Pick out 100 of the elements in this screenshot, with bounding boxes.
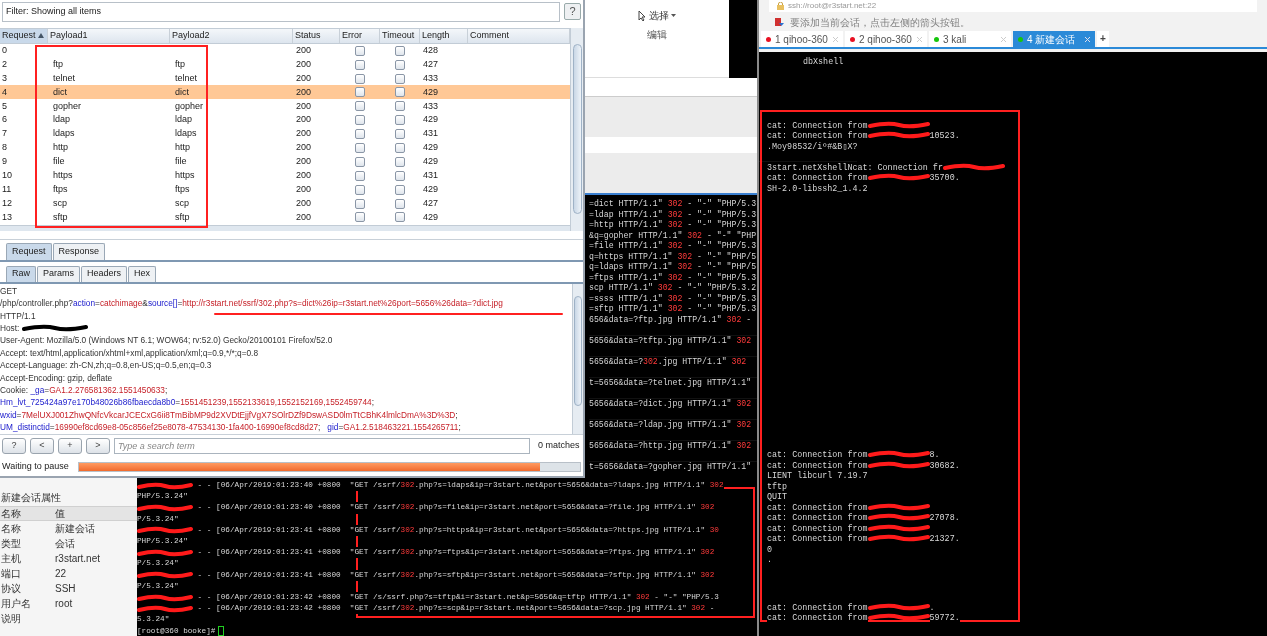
tab-label: 1 qihoo-360 [775, 32, 829, 47]
table-row[interactable]: 6 ldap ldap 200 429 [0, 113, 570, 128]
log-line: t=5656&data=?gopher.jpg HTTP/1.1" [589, 461, 752, 472]
close-icon[interactable] [917, 36, 922, 42]
checkbox[interactable] [355, 184, 365, 195]
table-cell-text: 429 [422, 155, 440, 169]
table-row[interactable]: 0 200 428 [0, 43, 570, 58]
search-field[interactable]: Type a search term [114, 437, 530, 454]
column-header[interactable]: Status [293, 28, 340, 43]
checkbox[interactable] [395, 198, 405, 209]
checkbox[interactable] [395, 45, 405, 56]
log-line: =ssss HTTP/1.1" 302 - "-" "PHP/5.3 [589, 293, 757, 304]
table-cell-text: 200 [295, 141, 313, 155]
checkbox[interactable] [355, 198, 365, 209]
table-row[interactable]: 9 file file 200 429 [0, 154, 570, 169]
horizontal-scrollbar[interactable] [0, 224, 570, 231]
table-cell: https [53, 170, 73, 180]
search-nav-button[interactable]: < [30, 437, 54, 454]
checkbox[interactable] [395, 87, 405, 98]
search-nav-button[interactable]: > [86, 437, 110, 454]
checkbox[interactable] [395, 101, 405, 112]
table-cell: telnet [53, 72, 76, 83]
vertical-scrollbar[interactable] [572, 283, 583, 435]
checkbox[interactable] [355, 101, 365, 112]
table-row[interactable]: 3 telnet telnet 200 433 [0, 71, 570, 86]
checkbox[interactable] [355, 212, 365, 223]
table-row[interactable]: 5 gopher gopher 200 433 [0, 99, 570, 114]
table-row[interactable]: 11 ftps ftps 200 429 [0, 182, 570, 197]
log-line: q=ldaps HTTP/1.1" 302 - "-" "PHP/5 [589, 262, 757, 273]
table-row[interactable]: 4 dict dict 200 429 [0, 85, 570, 100]
table-row[interactable]: 13 sftp sftp 200 429 [0, 210, 570, 225]
property-value: root [54, 597, 74, 611]
view-tab[interactable]: Hex [128, 265, 157, 282]
view-tab[interactable]: Params [37, 265, 81, 282]
checkbox[interactable] [355, 129, 365, 140]
message-tab[interactable]: Request [6, 242, 52, 260]
property-name: 名称 [0, 522, 22, 536]
help-button[interactable]: ? [564, 3, 581, 21]
select-menu[interactable]: 选择 [638, 8, 676, 23]
property-value: 新建会话 [54, 522, 96, 536]
table-cell: ldap [53, 114, 70, 125]
column-header[interactable]: Length [420, 28, 468, 43]
session-tab[interactable]: 1 qihoo-360 [761, 31, 843, 47]
checkbox[interactable] [355, 170, 365, 181]
filter-bar[interactable]: Filter: Showing all items [2, 1, 560, 22]
session-tab[interactable]: 2 qihoo-360 [845, 31, 927, 47]
checkbox[interactable] [395, 184, 405, 195]
checkbox[interactable] [395, 59, 405, 70]
table-row[interactable]: 8 http http 200 429 [0, 141, 570, 155]
session-tab[interactable]: 3 kali [929, 31, 1011, 47]
table-cell-text: 10 [1, 169, 13, 182]
table-cell-text: 3 [1, 71, 8, 85]
checkbox[interactable] [395, 115, 405, 126]
checkbox[interactable] [395, 129, 405, 140]
column-header[interactable]: Request [0, 28, 48, 43]
checkbox[interactable] [395, 212, 405, 223]
view-tab[interactable]: Headers [81, 265, 128, 282]
checkbox[interactable] [355, 142, 365, 153]
close-icon[interactable] [833, 36, 838, 42]
add-tab-button[interactable]: + [1097, 31, 1109, 47]
checkbox[interactable] [395, 156, 405, 167]
checkbox[interactable] [395, 142, 405, 153]
column-header[interactable]: Payload1 [48, 28, 170, 43]
table-cell-text: 431 [422, 127, 440, 141]
checkbox[interactable] [395, 73, 405, 84]
checkbox[interactable] [355, 73, 365, 84]
checkbox[interactable] [355, 156, 365, 167]
table-cell-text: 429 [422, 141, 440, 155]
table-row[interactable]: 7 ldaps ldaps 200 431 [0, 127, 570, 141]
request-line: Accept-Language: zh-CN,zh;q=0.8,en-US;q=0.5,en;q=0.3 [0, 359, 212, 372]
close-icon[interactable] [1001, 36, 1006, 42]
column-header[interactable]: Payload2 [170, 28, 293, 43]
close-icon[interactable] [1085, 36, 1090, 42]
cursor-icon [638, 10, 647, 21]
search-nav-button[interactable]: + [58, 437, 82, 454]
table-row[interactable]: 2 ftp ftp 200 427 [0, 57, 570, 72]
log-line: =dict HTTP/1.1" 302 - "-" "PHP/5.3 [589, 199, 757, 210]
table-cell-text: 11 [1, 182, 13, 196]
column-header[interactable]: Timeout [380, 28, 420, 43]
checkbox[interactable] [355, 45, 365, 56]
request-line: Host: [0, 321, 20, 335]
table-cell: dict [53, 86, 67, 97]
redaction-mark [22, 324, 89, 333]
session-tab[interactable]: 4 新建会话 [1013, 31, 1095, 47]
log-line: =http HTTP/1.1" 302 - "-" "PHP/5.3 [589, 220, 757, 231]
tab-label: 4 新建会话 [1027, 32, 1077, 47]
column-header[interactable]: Error [340, 28, 380, 43]
log-line: 5656&data=?dict.jpg HTTP/1.1" 302 [589, 398, 752, 409]
table-row[interactable]: 10 https https 200 431 [0, 168, 570, 183]
checkbox[interactable] [355, 59, 365, 70]
redaction-mark [942, 162, 1005, 171]
lock-icon [777, 2, 784, 10]
search-nav-button[interactable]: ? [2, 437, 26, 454]
message-tab[interactable]: Response [52, 242, 106, 260]
checkbox[interactable] [355, 115, 365, 126]
vertical-scrollbar[interactable] [570, 27, 583, 231]
checkbox[interactable] [395, 170, 405, 181]
view-tab[interactable]: Raw [6, 265, 36, 282]
table-row[interactable]: 12 scp scp 200 427 [0, 196, 570, 211]
checkbox[interactable] [355, 87, 365, 98]
